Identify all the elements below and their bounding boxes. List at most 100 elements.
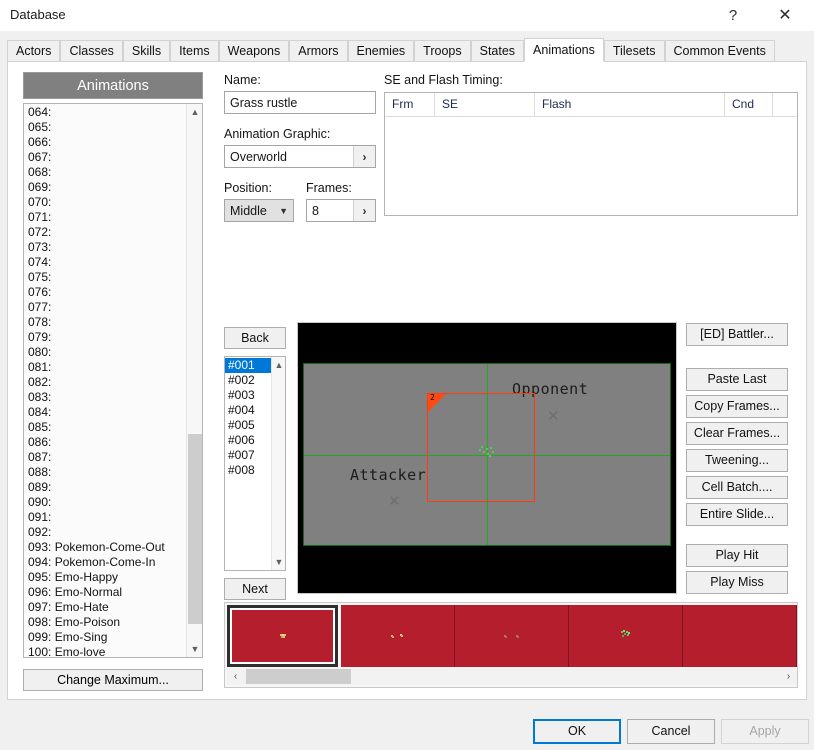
frame-scroll-up-icon[interactable]: ▲ <box>272 357 285 373</box>
frame-list-item[interactable]: #002 <box>225 373 271 388</box>
scrollbar-thumb[interactable] <box>188 434 202 624</box>
filmstrip-cell[interactable] <box>569 605 683 667</box>
preview-stage[interactable]: Opponent ✕ Attacker ✕ 2 <box>303 363 671 546</box>
tab-items[interactable]: Items <box>170 40 219 61</box>
animation-list-item[interactable]: 082: <box>28 375 190 390</box>
scroll-down-icon[interactable]: ▼ <box>187 641 202 657</box>
frames-input[interactable]: 8 › <box>306 199 376 222</box>
animation-list-item[interactable]: 077: <box>28 300 190 315</box>
copy-frames-button[interactable]: Copy Frames... <box>686 395 788 418</box>
animation-list-item[interactable]: 075: <box>28 270 190 285</box>
animation-list-item[interactable]: 097: Emo-Hate <box>28 600 190 615</box>
animation-list-item[interactable]: 099: Emo-Sing <box>28 630 190 645</box>
column-header-flash[interactable]: Flash <box>535 93 725 117</box>
filmstrip-scroll-left-icon[interactable]: ‹ <box>227 668 244 685</box>
entire-slide-button[interactable]: Entire Slide... <box>686 503 788 526</box>
frames-browse-icon[interactable]: › <box>353 200 375 221</box>
animation-list-item[interactable]: 079: <box>28 330 190 345</box>
apply-button[interactable]: Apply <box>721 719 809 744</box>
se-flash-timing-table[interactable]: Frm SE Flash Cnd <box>384 92 798 216</box>
animation-list-item[interactable]: 098: Emo-Poison <box>28 615 190 630</box>
animation-list-item[interactable]: 084: <box>28 405 190 420</box>
animation-list-item[interactable]: 065: <box>28 120 190 135</box>
column-header-cnd[interactable]: Cnd <box>725 93 773 117</box>
chevron-down-icon[interactable]: ▼ <box>279 200 288 221</box>
selected-cell-box[interactable]: 2 <box>427 393 535 502</box>
animation-list-item[interactable]: 078: <box>28 315 190 330</box>
frame-filmstrip[interactable]: ‹ › <box>224 602 798 688</box>
scroll-up-icon[interactable]: ▲ <box>187 104 202 120</box>
tab-troops[interactable]: Troops <box>414 40 471 61</box>
frame-list-item[interactable]: #008 <box>225 463 271 478</box>
animation-list-item[interactable]: 093: Pokemon-Come-Out <box>28 540 190 555</box>
animation-list-item[interactable]: 094: Pokemon-Come-In <box>28 555 190 570</box>
animation-list-item[interactable]: 088: <box>28 465 190 480</box>
tab-common-events[interactable]: Common Events <box>664 40 775 61</box>
change-maximum-button[interactable]: Change Maximum... <box>23 669 203 691</box>
frame-list-item[interactable]: #003 <box>225 388 271 403</box>
frame-list-scrollbar[interactable]: ▲ ▼ <box>271 357 285 570</box>
frame-list-item[interactable]: #007 <box>225 448 271 463</box>
animation-list-item[interactable]: 074: <box>28 255 190 270</box>
tab-enemies[interactable]: Enemies <box>347 40 415 61</box>
animations-list-scrollbar[interactable]: ▲ ▼ <box>186 104 202 657</box>
filmstrip-cell[interactable] <box>455 605 569 667</box>
column-header-se[interactable]: SE <box>435 93 535 117</box>
tab-weapons[interactable]: Weapons <box>218 40 290 61</box>
filmstrip-cell[interactable] <box>227 605 338 667</box>
ok-button[interactable]: OK <box>533 719 621 744</box>
animation-list-item[interactable]: 085: <box>28 420 190 435</box>
play-miss-button[interactable]: Play Miss <box>686 571 788 594</box>
animation-list-item[interactable]: 083: <box>28 390 190 405</box>
filmstrip-cell[interactable] <box>683 605 797 667</box>
animation-list-item[interactable]: 096: Emo-Normal <box>28 585 190 600</box>
tab-animations[interactable]: Animations <box>524 38 604 62</box>
cancel-button[interactable]: Cancel <box>627 719 715 744</box>
animation-list-item[interactable]: 092: <box>28 525 190 540</box>
filmstrip-scroll-right-icon[interactable]: › <box>780 668 797 685</box>
paste-last-button[interactable]: Paste Last <box>686 368 788 391</box>
animation-list-item[interactable]: 070: <box>28 195 190 210</box>
frame-list-item[interactable]: #006 <box>225 433 271 448</box>
animation-list-item[interactable]: 064: <box>28 105 190 120</box>
cell-batch-button[interactable]: Cell Batch.... <box>686 476 788 499</box>
animation-list-item[interactable]: 087: <box>28 450 190 465</box>
frame-list-item[interactable]: #001 <box>225 358 271 373</box>
filmstrip-scrollbar-thumb[interactable] <box>246 669 351 684</box>
animation-graphic-input[interactable]: Overworld › <box>224 145 376 168</box>
frame-list-item[interactable]: #005 <box>225 418 271 433</box>
animation-graphic-browse-icon[interactable]: › <box>353 146 375 167</box>
position-select[interactable]: Middle ▼ <box>224 199 294 222</box>
frame-list-item[interactable]: #004 <box>225 403 271 418</box>
filmstrip-scrollbar[interactable]: ‹ › <box>227 668 797 685</box>
animation-list-item[interactable]: 076: <box>28 285 190 300</box>
animation-list-item[interactable]: 089: <box>28 480 190 495</box>
name-input[interactable]: Grass rustle <box>224 91 376 114</box>
tab-armors[interactable]: Armors <box>289 40 348 61</box>
frame-list[interactable]: #001 #002 #003 #004 #005 #006 #007 #008 ▲ ▼ <box>224 356 286 571</box>
animations-list[interactable]: 064: 065: 066: 067: 068: 069: 070: 071: 072: 073:… <box>23 103 203 658</box>
back-button[interactable]: Back <box>224 327 286 349</box>
animation-preview-canvas[interactable]: Opponent ✕ Attacker ✕ 2 <box>297 322 677 594</box>
animation-list-item[interactable]: 080: <box>28 345 190 360</box>
play-hit-button[interactable]: Play Hit <box>686 544 788 567</box>
column-header-frm[interactable]: Frm <box>385 93 435 117</box>
close-icon[interactable]: ✕ <box>762 0 808 31</box>
animation-list-item[interactable]: 100: Emo-love <box>28 645 190 657</box>
animation-list-item[interactable]: 067: <box>28 150 190 165</box>
animation-list-item[interactable]: 095: Emo-Happy <box>28 570 190 585</box>
tab-actors[interactable]: Actors <box>7 40 61 61</box>
animation-list-item[interactable]: 068: <box>28 165 190 180</box>
clear-frames-button[interactable]: Clear Frames... <box>686 422 788 445</box>
help-icon[interactable]: ? <box>710 0 756 31</box>
animation-list-item[interactable]: 090: <box>28 495 190 510</box>
frame-scroll-down-icon[interactable]: ▼ <box>272 554 285 570</box>
animation-list-item[interactable]: 069: <box>28 180 190 195</box>
next-button[interactable]: Next <box>224 578 286 600</box>
animation-list-item[interactable]: 066: <box>28 135 190 150</box>
filmstrip-cell[interactable] <box>341 605 455 667</box>
battler-button[interactable]: [ED] Battler... <box>686 323 788 346</box>
tab-tilesets[interactable]: Tilesets <box>603 40 665 61</box>
animation-list-item[interactable]: 072: <box>28 225 190 240</box>
animation-list-item[interactable]: 073: <box>28 240 190 255</box>
